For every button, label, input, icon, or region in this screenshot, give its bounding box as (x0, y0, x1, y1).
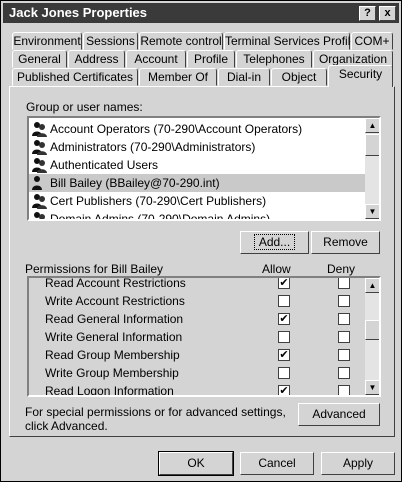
group-user-list[interactable]: Account Operators (70-290\Account Operat… (27, 116, 381, 221)
group-list-item-label: Cert Publishers (70-290\Cert Publishers) (50, 194, 267, 208)
group-list-item-label: Authenticated Users (50, 158, 159, 172)
group-list-item[interactable]: Account Operators (70-290\Account Operat… (29, 120, 365, 138)
permission-row: Read Group Membership ✔ (29, 346, 365, 364)
tab-com-plus[interactable]: COM+ (351, 32, 393, 50)
scroll-up-arrow-icon[interactable]: ▲ (365, 118, 379, 133)
tab-general[interactable]: General (12, 50, 67, 68)
permission-row: Write General Information (29, 328, 365, 346)
add-button-label: Add... (253, 234, 296, 250)
tab-profile[interactable]: Profile (187, 50, 235, 68)
group-list-item[interactable]: Bill Bailey (BBailey@70-290.int) (29, 174, 365, 192)
group-list-item[interactable]: Domain Admins (70-290\Domain Admins) (29, 210, 365, 221)
perm-scroll-down-arrow-icon[interactable]: ▼ (365, 380, 379, 395)
tab-environment[interactable]: Environment (12, 32, 82, 50)
group-icon (32, 122, 47, 137)
deny-checkbox[interactable] (338, 295, 350, 307)
permission-name: Read Group Membership (45, 348, 180, 362)
tab-published-certificates[interactable]: Published Certificates (12, 68, 138, 86)
security-tab-panel: Group or user names: Account Operators (… (9, 86, 395, 437)
advanced-button[interactable]: Advanced (298, 403, 380, 426)
group-list-item-label: Domain Admins (70-290\Domain Admins) (50, 212, 271, 221)
user-icon (32, 176, 42, 190)
advanced-hint-line2: click Advanced. (25, 419, 108, 433)
tab-address[interactable]: Address (68, 50, 125, 68)
permission-name: Read Account Restrictions (45, 276, 186, 290)
tab-object[interactable]: Object (271, 68, 327, 86)
deny-checkbox[interactable] (338, 349, 350, 361)
scroll-thumb[interactable] (365, 134, 379, 156)
tab-remote-control[interactable]: Remote control (139, 32, 223, 50)
group-list-item[interactable]: Cert Publishers (70-290\Cert Publishers) (29, 192, 365, 210)
permission-name: Read General Information (45, 312, 184, 326)
tab-dial-in[interactable]: Dial-in (218, 68, 270, 86)
add-button[interactable]: Add... (240, 231, 309, 254)
permission-row: Write Account Restrictions (29, 292, 365, 310)
tab-sessions[interactable]: Sessions (83, 32, 138, 50)
group-list-item[interactable]: Administrators (70-290\Administrators) (29, 138, 365, 156)
allow-checkbox[interactable] (278, 331, 290, 343)
deny-checkbox[interactable] (338, 331, 350, 343)
tab-account[interactable]: Account (126, 50, 186, 68)
advanced-hint-line1: For special permissions or for advanced … (25, 405, 286, 419)
permissions-label: Permissions for Bill Bailey (25, 262, 164, 276)
group-icon (32, 158, 47, 173)
allow-checkbox[interactable] (278, 367, 290, 379)
cancel-button[interactable]: Cancel (240, 452, 314, 475)
deny-checkbox[interactable] (338, 278, 350, 289)
tab-security[interactable]: Security (328, 65, 393, 87)
permissions-list[interactable]: Read Account Restrictions ✔ Write Account … (27, 276, 381, 397)
group-list-item-label: Bill Bailey (BBailey@70-290.int) (50, 176, 220, 190)
allow-header: Allow (262, 262, 291, 276)
allow-checkbox[interactable]: ✔ (278, 349, 290, 361)
tab-member-of[interactable]: Member Of (139, 68, 217, 86)
group-list-item-label: Administrators (70-290\Administrators) (50, 140, 256, 154)
perm-scroll-thumb[interactable] (365, 320, 379, 340)
perm-scroll-up-arrow-icon[interactable]: ▲ (365, 278, 379, 293)
permission-name: Write Group Membership (45, 366, 179, 380)
permission-name: Write General Information (45, 330, 183, 344)
allow-checkbox[interactable] (278, 295, 290, 307)
deny-checkbox[interactable] (338, 313, 350, 325)
remove-button[interactable]: Remove (311, 231, 380, 254)
allow-checkbox[interactable]: ✔ (278, 385, 290, 395)
apply-button[interactable]: Apply (321, 452, 395, 475)
group-icon (34, 212, 45, 219)
group-list-item-label: Account Operators (70-290\Account Operat… (50, 122, 303, 136)
group-list-scrollbar[interactable]: ▲ ▼ (365, 118, 379, 219)
tab-telephones[interactable]: Telephones (236, 50, 312, 68)
group-list-item[interactable]: Authenticated Users (29, 156, 365, 174)
permissions-scrollbar[interactable]: ▲ ▼ (365, 278, 379, 395)
group-names-label: Group or user names: (26, 100, 143, 114)
group-icon (32, 140, 47, 155)
deny-checkbox[interactable] (338, 367, 350, 379)
permission-row: Write Group Membership (29, 364, 365, 382)
help-button[interactable]: ? (359, 6, 376, 21)
deny-header: Deny (327, 262, 356, 276)
allow-checkbox[interactable]: ✔ (278, 278, 290, 289)
group-icon (32, 194, 47, 209)
permission-name: Write Account Restrictions (45, 294, 185, 308)
deny-checkbox[interactable] (338, 385, 350, 395)
properties-dialog: Jack Jones Properties ? x Environment Se… (0, 0, 402, 482)
permission-row: Read General Information ✔ (29, 310, 365, 328)
dialog-title: Jack Jones Properties (9, 5, 148, 20)
allow-checkbox[interactable]: ✔ (278, 313, 290, 325)
tab-terminal-services-profile[interactable]: Terminal Services Profile (224, 32, 357, 50)
title-bar[interactable]: Jack Jones Properties ? x (3, 3, 399, 23)
permission-row: Read Account Restrictions ✔ (29, 276, 365, 292)
scroll-down-arrow-icon[interactable]: ▼ (365, 204, 379, 219)
close-button[interactable]: x (379, 6, 396, 21)
permission-name: Read Logon Information (45, 384, 174, 397)
ok-button[interactable]: OK (158, 451, 234, 476)
permission-row: Read Logon Information ✔ (29, 382, 365, 397)
